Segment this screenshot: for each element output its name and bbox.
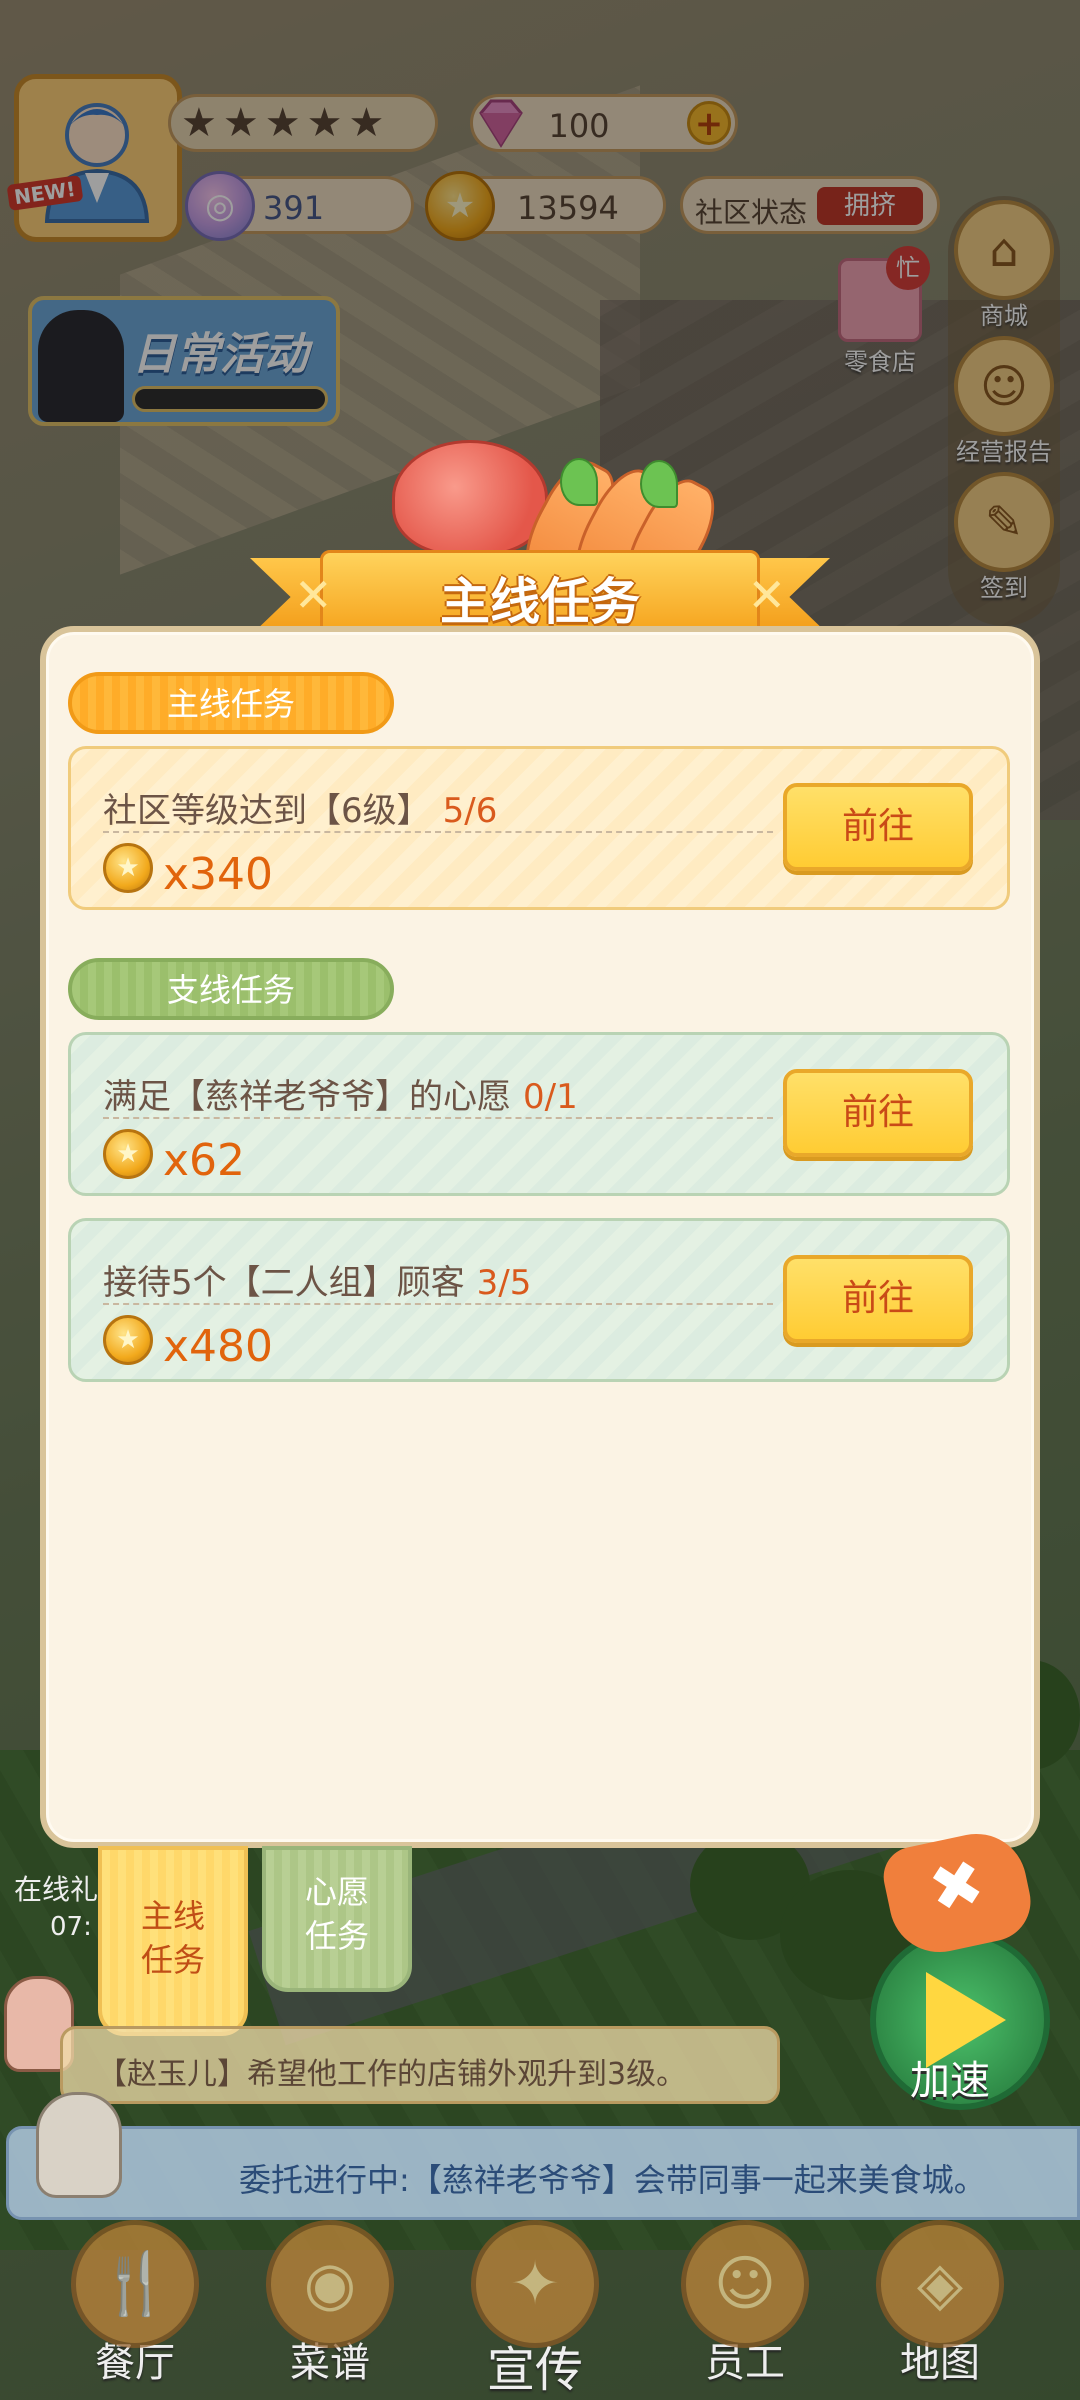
task-progress: 3/5: [476, 1263, 532, 1303]
task-card: 社区等级达到【6级】 5/6 x340 前往: [68, 746, 1010, 910]
megaphone-icon: ✦: [471, 2220, 599, 2348]
task-card: 满足【慈祥老爷爷】的心愿 0/1 x62 前往: [68, 1032, 1010, 1196]
dialog-title: 主线任务: [440, 573, 640, 631]
elder-avatar: [36, 2092, 122, 2198]
go-button[interactable]: 前往: [783, 1069, 973, 1157]
nav-promotion[interactable]: ✦ 宣传: [450, 2220, 620, 2400]
leaf-icon: [560, 458, 598, 506]
restaurant-icon: 🍴: [71, 2220, 199, 2348]
entrust-text: 委托进行中:【慈祥老爷爷】会带同事一起来美食城。: [239, 2161, 986, 2199]
nav-map[interactable]: ◈ 地图: [855, 2220, 1025, 2388]
task-text: 满足【慈祥老爷爷】的心愿 0/1: [103, 1069, 578, 1118]
task-card: 接待5个【二人组】顾客 3/5 x480 前往: [68, 1218, 1010, 1382]
tab-wish-label-line2: 任务: [304, 1917, 369, 1955]
task-description: 社区等级达到【6级】: [103, 791, 431, 831]
entrust-bar[interactable]: 委托进行中:【慈祥老爷爷】会带同事一起来美食城。: [6, 2126, 1080, 2220]
notice-bar[interactable]: 【赵玉儿】希望他工作的店铺外观升到3级。: [60, 2026, 780, 2104]
nav-staff[interactable]: ☺ 员工: [660, 2220, 830, 2388]
dialog-title-banner: ✕ ✕ 主线任务: [250, 540, 830, 640]
speedup-label: 加速: [910, 2058, 990, 2104]
notice-text: 【赵玉儿】希望他工作的店铺外观升到3级。: [97, 2057, 687, 2092]
tab-main-label-line2: 任务: [140, 1941, 205, 1979]
task-progress: 5/6: [442, 791, 498, 831]
map-icon: ◈: [876, 2220, 1004, 2348]
bottom-nav: 🍴 餐厅 ◉ 菜谱 ✦ 宣传 ☺ 员工 ◈ 地图: [0, 2220, 1080, 2400]
tab-main-tasks[interactable]: 主线 任务: [98, 1846, 248, 2036]
close-icon: ✖: [922, 1845, 991, 1929]
tomato-icon: [392, 440, 548, 556]
task-reward: x340: [163, 849, 274, 900]
nav-restaurant[interactable]: 🍴 餐厅: [50, 2220, 220, 2388]
online-gift-timer: 07:: [50, 1912, 92, 1942]
nav-recipes[interactable]: ◉ 菜谱: [245, 2220, 415, 2388]
staff-icon: ☺: [681, 2220, 809, 2348]
online-gift-label[interactable]: 在线礼: [14, 1868, 98, 1908]
leaf-icon: [640, 460, 678, 508]
tab-wish-tasks[interactable]: 心愿 任务: [262, 1846, 412, 1992]
go-button[interactable]: 前往: [783, 783, 973, 871]
side-task-section-label: 支线任务: [68, 958, 394, 1020]
coin-icon: [103, 1129, 153, 1179]
task-text: 接待5个【二人组】顾客 3/5: [103, 1255, 531, 1304]
go-button[interactable]: 前往: [783, 1255, 973, 1343]
task-dialog: 主线任务 社区等级达到【6级】 5/6 x340 前往 支线任务 满足【慈祥老爷爷…: [40, 626, 1040, 1848]
tab-wish-label-line1: 心愿: [304, 1873, 369, 1911]
recipe-icon: ◉: [266, 2220, 394, 2348]
task-progress: 0/1: [523, 1077, 578, 1117]
task-description: 接待5个【二人组】顾客: [103, 1263, 465, 1303]
task-reward: x480: [163, 1321, 274, 1372]
tab-main-label-line1: 主线: [140, 1897, 205, 1935]
coin-icon: [103, 843, 153, 893]
coin-icon: [103, 1315, 153, 1365]
main-task-section-label: 主线任务: [68, 672, 394, 734]
task-description: 满足【慈祥老爷爷】的心愿: [103, 1077, 511, 1117]
task-reward: x62: [163, 1135, 246, 1186]
task-text: 社区等级达到【6级】 5/6: [103, 783, 497, 832]
